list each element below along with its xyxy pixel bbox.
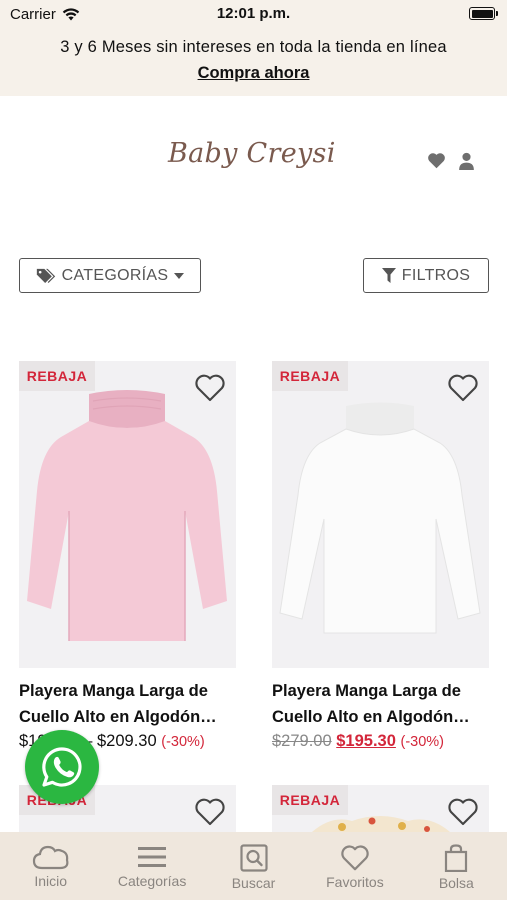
- clock: 12:01 p.m.: [216, 5, 291, 22]
- tab-label: Bolsa: [438, 875, 474, 891]
- heart-icon[interactable]: [427, 152, 446, 169]
- heart-outline-icon[interactable]: [194, 373, 226, 402]
- heart-icon: [341, 845, 369, 871]
- bag-icon: [445, 844, 468, 872]
- tab-label: Buscar: [231, 875, 276, 891]
- tab-favoritos[interactable]: Favoritos: [304, 832, 405, 900]
- caret-down-icon: [174, 272, 185, 279]
- tab-bolsa[interactable]: Bolsa: [406, 832, 507, 900]
- white-turtleneck-image: [279, 402, 481, 634]
- whatsapp-icon: [42, 747, 82, 787]
- heart-outline-icon[interactable]: [447, 797, 479, 826]
- battery-icon: [469, 7, 498, 20]
- discount-label: (-30%): [161, 734, 205, 750]
- whatsapp-button[interactable]: [25, 730, 99, 804]
- sale-price: $195.30: [336, 732, 396, 750]
- tab-bar: Inicio Categorías Buscar Favoritos Bolsa: [0, 832, 507, 900]
- tab-inicio[interactable]: Inicio: [0, 832, 101, 900]
- brand-logo[interactable]: Baby Creysi: [168, 138, 336, 169]
- sale-badge: REBAJA: [19, 361, 95, 391]
- tab-categorias[interactable]: Categorías: [101, 832, 202, 900]
- menu-icon: [138, 847, 167, 867]
- search-icon: [239, 844, 268, 872]
- price-row: $279.00 $195.30 (-30%): [272, 730, 489, 753]
- product-image[interactable]: REBAJA: [272, 785, 489, 832]
- tab-label: Categorías: [117, 873, 187, 889]
- shop-now-link[interactable]: Compra ahora: [0, 64, 507, 83]
- product-card[interactable]: REBAJA Playera Manga Larga de Cuello Alt…: [19, 361, 236, 753]
- header: Baby Creysi: [0, 96, 507, 231]
- filter-icon: [381, 268, 396, 283]
- product-image[interactable]: REBAJA: [19, 361, 236, 668]
- tab-buscar[interactable]: Buscar: [203, 832, 304, 900]
- categories-button[interactable]: CATEGORÍAS: [19, 258, 201, 293]
- cloud-icon: [32, 845, 69, 870]
- user-icon[interactable]: [458, 152, 475, 170]
- header-actions: [427, 152, 475, 170]
- categories-label: CATEGORÍAS: [61, 266, 169, 284]
- tags-icon: [36, 268, 55, 283]
- promo-banner: 3 y 6 Meses sin intereses en toda la tie…: [0, 28, 507, 96]
- tab-label: Inicio: [34, 873, 68, 889]
- product-card[interactable]: REBAJA: [272, 785, 489, 832]
- promo-text: 3 y 6 Meses sin intereses en toda la tie…: [60, 38, 447, 56]
- discount-label: (-30%): [400, 734, 445, 750]
- original-price: $279.00: [272, 732, 332, 750]
- filters-button[interactable]: FILTROS: [363, 258, 489, 293]
- sale-badge: REBAJA: [272, 361, 348, 391]
- filters-label: FILTROS: [401, 266, 471, 284]
- pink-turtleneck-image: [27, 390, 227, 641]
- sale-badge: REBAJA: [272, 785, 348, 815]
- product-title[interactable]: Playera Manga Larga de Cuello Alto en Al…: [19, 678, 236, 730]
- product-title[interactable]: Playera Manga Larga de Cuello Alto en Al…: [272, 678, 489, 730]
- product-image[interactable]: REBAJA: [272, 361, 489, 668]
- tab-label: Favoritos: [326, 874, 384, 890]
- heart-outline-icon[interactable]: [447, 373, 479, 402]
- heart-outline-icon[interactable]: [194, 797, 226, 826]
- status-bar: Carrier 12:01 p.m.: [0, 0, 507, 28]
- product-card[interactable]: REBAJA Playera Manga Larga de Cuello Alt…: [272, 361, 489, 753]
